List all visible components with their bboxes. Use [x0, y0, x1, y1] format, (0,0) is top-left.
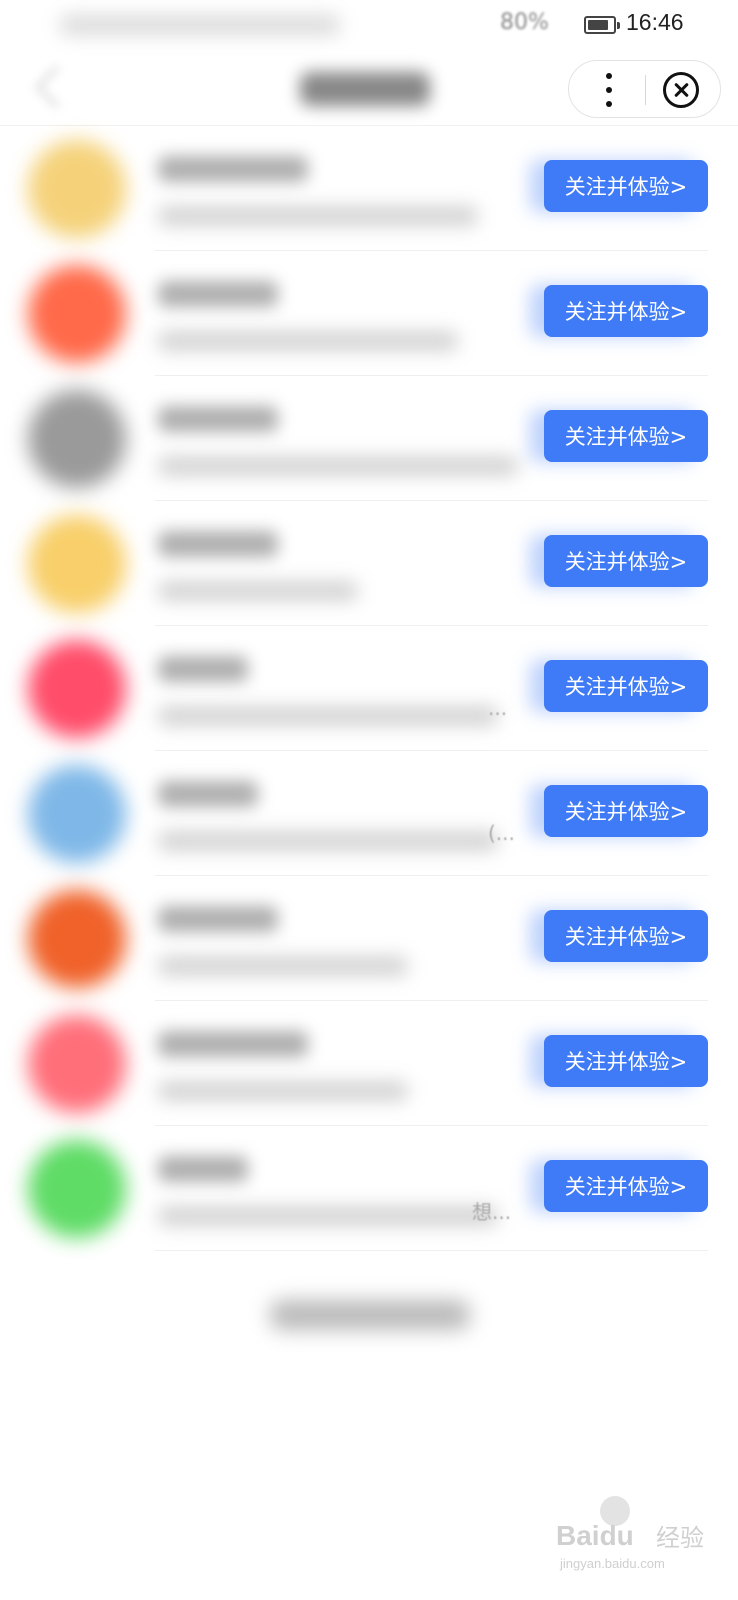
back-icon[interactable] [35, 65, 79, 109]
app-avatar [28, 890, 126, 988]
follow-and-try-button[interactable]: 关注并体验> [544, 660, 708, 712]
close-circle-icon[interactable] [663, 72, 699, 108]
app-description-blurred [158, 956, 408, 976]
app-avatar [28, 640, 126, 738]
app-description-blurred [158, 206, 478, 226]
list-item[interactable]: 关注并体验> [0, 251, 738, 376]
follow-and-try-button[interactable]: 关注并体验> [544, 410, 708, 462]
battery-percentage: 80% [500, 10, 549, 35]
app-name-blurred [158, 281, 278, 307]
list-item[interactable]: ... 关注并体验> [0, 626, 738, 751]
list-item[interactable]: 关注并体验> [0, 876, 738, 1001]
mini-program-capsule [568, 60, 721, 118]
watermark-logo: Baidu [556, 1520, 634, 1551]
page-title-blurred [300, 72, 430, 106]
footer-text-blurred [270, 1300, 470, 1330]
description-ellipsis: (... [488, 821, 515, 845]
app-description-blurred [158, 706, 498, 726]
battery-icon [584, 16, 620, 34]
app-name-blurred [158, 406, 278, 432]
status-bar: 80% 16:46 [0, 0, 738, 52]
list-item[interactable]: 关注并体验> [0, 376, 738, 501]
app-name-blurred [158, 781, 258, 807]
app-name-blurred [158, 1156, 248, 1182]
list-item[interactable]: 关注并体验> [0, 501, 738, 626]
list-item[interactable]: 关注并体验> [0, 1001, 738, 1126]
more-vertical-icon[interactable] [591, 73, 627, 107]
app-description-blurred [158, 831, 498, 851]
app-name-blurred [158, 156, 308, 182]
app-description-blurred [158, 456, 518, 476]
follow-and-try-button[interactable]: 关注并体验> [544, 1160, 708, 1212]
app-description-blurred [158, 1081, 408, 1101]
app-description-blurred [158, 581, 358, 601]
app-name-blurred [158, 1031, 308, 1057]
app-avatar [28, 140, 126, 238]
app-description-blurred [158, 331, 458, 351]
status-info-blurred [60, 14, 340, 36]
follow-and-try-button[interactable]: 关注并体验> [544, 785, 708, 837]
watermark-url: jingyan.baidu.com [560, 1556, 665, 1571]
description-ellipsis: 想... [472, 1200, 512, 1224]
description-ellipsis: ... [488, 696, 508, 720]
app-name-blurred [158, 531, 278, 557]
app-avatar [28, 515, 126, 613]
app-description-blurred [158, 1206, 498, 1226]
app-name-blurred [158, 906, 278, 932]
app-name-blurred [158, 656, 248, 682]
baidu-watermark: Baidu 经验 jingyan.baidu.com [556, 1490, 726, 1580]
list-item[interactable]: 想... 关注并体验> [0, 1126, 738, 1251]
follow-and-try-button[interactable]: 关注并体验> [544, 285, 708, 337]
app-avatar [28, 765, 126, 863]
app-avatar [28, 265, 126, 363]
list-item[interactable]: (... 关注并体验> [0, 751, 738, 876]
list-item[interactable]: 关注并体验> [0, 126, 738, 251]
watermark-cn: 经验 [656, 1524, 704, 1552]
follow-and-try-button[interactable]: 关注并体验> [544, 160, 708, 212]
nav-bar [0, 52, 738, 126]
follow-and-try-button[interactable]: 关注并体验> [544, 910, 708, 962]
follow-and-try-button[interactable]: 关注并体验> [544, 535, 708, 587]
app-avatar [28, 1015, 126, 1113]
status-time: 16:46 [626, 9, 684, 35]
row-divider [155, 1250, 708, 1251]
app-avatar [28, 1140, 126, 1238]
capsule-divider [645, 75, 646, 105]
app-avatar [28, 390, 126, 488]
follow-and-try-button[interactable]: 关注并体验> [544, 1035, 708, 1087]
app-list: 关注并体验> 关注并体验> 关注并体验> 关注并体验>... 关注并体验> (... 关注并… [0, 126, 738, 1251]
